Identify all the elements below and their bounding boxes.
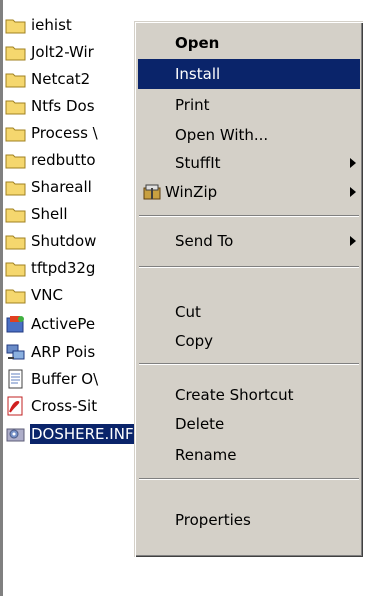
menu-item-open-with[interactable]: Open With... xyxy=(138,120,360,150)
text-document-icon xyxy=(5,369,27,389)
installer-icon xyxy=(5,314,27,334)
menu-item-label: Cut xyxy=(175,303,201,321)
file-name: ActivePe xyxy=(31,315,96,333)
menu-item-label: Install xyxy=(175,65,221,83)
folder-icon xyxy=(5,69,27,89)
context-menu: Open Install Print Open With... StuffIt … xyxy=(134,21,363,557)
file-item-cross-site[interactable]: Cross-Sit xyxy=(5,393,98,419)
menu-item-label: Delete xyxy=(175,415,225,433)
file-item-dosherе-inf[interactable]: DOSHERE.INF xyxy=(5,421,135,447)
menu-item-label: Print xyxy=(175,96,210,114)
file-name: iehist xyxy=(31,16,72,34)
file-name: VNC xyxy=(31,286,63,304)
menu-separator xyxy=(139,478,359,480)
menu-item-label: Send To xyxy=(175,232,234,250)
file-item-tftpd32[interactable]: tftpd32g xyxy=(5,255,96,281)
menu-separator xyxy=(139,266,359,268)
file-name: Cross-Sit xyxy=(31,397,98,415)
file-item-shell[interactable]: Shell xyxy=(5,201,69,227)
folder-icon xyxy=(5,231,27,251)
menu-item-open[interactable]: Open xyxy=(138,28,360,58)
file-name: Ntfs Dos xyxy=(31,97,95,115)
file-name: redbutto xyxy=(31,151,96,169)
menu-item-label: Open xyxy=(175,34,220,52)
file-name: Shareall xyxy=(31,178,92,196)
file-item-iehist[interactable]: iehist xyxy=(5,12,73,38)
file-item-redbutton[interactable]: redbutto xyxy=(5,147,97,173)
file-name: Process \ xyxy=(31,124,98,142)
folder-icon xyxy=(5,96,27,116)
file-item-vnc[interactable]: VNC xyxy=(5,282,64,308)
network-program-icon xyxy=(5,342,27,362)
menu-item-cut[interactable]: Cut xyxy=(138,297,360,327)
menu-item-properties[interactable]: Properties xyxy=(138,505,360,535)
menu-item-delete[interactable]: Delete xyxy=(138,409,360,439)
winzip-icon xyxy=(142,182,164,202)
menu-item-create-shortcut[interactable]: Create Shortcut xyxy=(138,380,360,410)
menu-item-stuffit[interactable]: StuffIt xyxy=(138,148,360,178)
file-item-buffer-overflow[interactable]: Buffer O\ xyxy=(5,366,99,392)
menu-item-winzip[interactable]: WinZip xyxy=(138,177,360,207)
submenu-arrow-icon xyxy=(350,236,356,246)
menu-item-rename[interactable]: Rename xyxy=(138,440,360,470)
file-name: Netcat2 xyxy=(31,70,91,88)
file-name: Buffer O\ xyxy=(31,370,99,388)
menu-item-label: Properties xyxy=(175,511,251,529)
submenu-arrow-icon xyxy=(350,187,356,197)
pdf-icon xyxy=(5,396,27,416)
menu-item-label: StuffIt xyxy=(175,154,221,172)
menu-item-label: WinZip xyxy=(165,183,218,201)
menu-item-print[interactable]: Print xyxy=(138,90,360,120)
menu-item-send-to[interactable]: Send To xyxy=(138,226,360,256)
file-item-activeperl[interactable]: ActivePe xyxy=(5,311,96,337)
window-left-border xyxy=(0,0,3,596)
file-name: Jolt2-Wir xyxy=(31,43,94,61)
menu-item-install[interactable]: Install xyxy=(138,59,360,89)
setup-information-icon xyxy=(5,424,27,444)
file-name: Shutdow xyxy=(31,232,97,250)
file-item-ntfs-dos[interactable]: Ntfs Dos xyxy=(5,93,96,119)
menu-item-label: Open With... xyxy=(175,126,269,144)
file-name: tftpd32g xyxy=(31,259,96,277)
explorer-window: iehist Jolt2-Wir Netcat2 Ntfs Dos Proces… xyxy=(0,0,365,596)
folder-icon xyxy=(5,42,27,62)
file-item-jolt2[interactable]: Jolt2-Wir xyxy=(5,39,95,65)
folder-icon xyxy=(5,177,27,197)
file-name: ARP Pois xyxy=(31,343,96,361)
file-name: Shell xyxy=(31,205,68,223)
menu-item-label: Copy xyxy=(175,332,214,350)
folder-icon xyxy=(5,204,27,224)
submenu-arrow-icon xyxy=(350,158,356,168)
folder-icon xyxy=(5,123,27,143)
file-item-shutdown[interactable]: Shutdow xyxy=(5,228,97,254)
folder-icon xyxy=(5,15,27,35)
folder-icon xyxy=(5,258,27,278)
menu-item-label: Create Shortcut xyxy=(175,386,294,404)
file-item-arp-poison[interactable]: ARP Pois xyxy=(5,339,96,365)
menu-item-label: Rename xyxy=(175,446,237,464)
file-item-netcat2[interactable]: Netcat2 xyxy=(5,66,91,92)
menu-separator xyxy=(139,363,359,365)
menu-item-copy[interactable]: Copy xyxy=(138,326,360,356)
file-name: DOSHERE.INF xyxy=(30,424,135,444)
file-item-process[interactable]: Process \ xyxy=(5,120,99,146)
file-item-shareall[interactable]: Shareall xyxy=(5,174,93,200)
menu-separator xyxy=(139,215,359,217)
folder-icon xyxy=(5,150,27,170)
folder-icon xyxy=(5,285,27,305)
